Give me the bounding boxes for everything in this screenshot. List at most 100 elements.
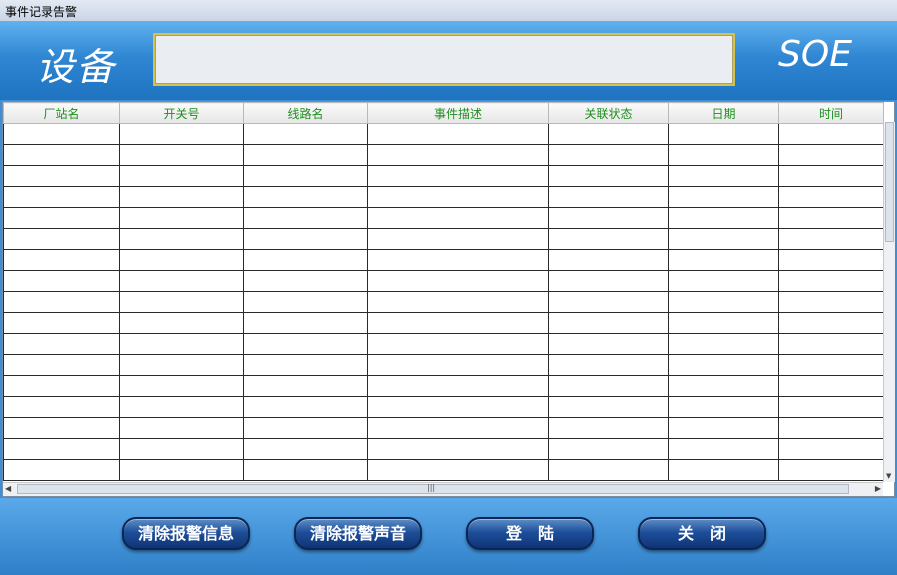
table-row[interactable] — [3, 186, 884, 208]
table-cell[interactable] — [3, 396, 120, 418]
table-cell[interactable] — [668, 417, 779, 439]
table-cell[interactable] — [668, 270, 779, 292]
table-row[interactable] — [3, 375, 884, 397]
table-cell[interactable] — [3, 207, 120, 229]
table-cell[interactable] — [243, 396, 368, 418]
table-cell[interactable] — [243, 459, 368, 481]
table-cell[interactable] — [367, 312, 549, 334]
table-cell[interactable] — [119, 438, 244, 460]
column-header-event-desc[interactable]: 事件描述 — [367, 102, 549, 124]
table-cell[interactable] — [243, 249, 368, 271]
table-cell[interactable] — [119, 144, 244, 166]
table-cell[interactable] — [3, 312, 120, 334]
table-cell[interactable] — [119, 396, 244, 418]
column-header-line-name[interactable]: 线路名 — [243, 102, 368, 124]
table-cell[interactable] — [778, 207, 884, 229]
table-cell[interactable] — [119, 207, 244, 229]
table-row[interactable] — [3, 354, 884, 376]
table-cell[interactable] — [3, 354, 120, 376]
login-button[interactable]: 登 陆 — [466, 517, 594, 550]
table-row[interactable] — [3, 207, 884, 229]
table-cell[interactable] — [778, 123, 884, 145]
table-cell[interactable] — [119, 249, 244, 271]
table-cell[interactable] — [778, 144, 884, 166]
table-cell[interactable] — [119, 417, 244, 439]
table-cell[interactable] — [367, 123, 549, 145]
table-cell[interactable] — [367, 375, 549, 397]
table-cell[interactable] — [119, 270, 244, 292]
table-cell[interactable] — [548, 333, 669, 355]
table-cell[interactable] — [367, 459, 549, 481]
vertical-scrollbar[interactable]: ▼ — [883, 122, 895, 482]
table-row[interactable] — [3, 333, 884, 355]
table-cell[interactable] — [668, 228, 779, 250]
table-cell[interactable] — [243, 375, 368, 397]
table-cell[interactable] — [668, 396, 779, 418]
table-row[interactable] — [3, 270, 884, 292]
table-cell[interactable] — [367, 186, 549, 208]
table-row[interactable] — [3, 291, 884, 313]
table-cell[interactable] — [778, 438, 884, 460]
table-row[interactable] — [3, 438, 884, 460]
table-cell[interactable] — [367, 228, 549, 250]
table-cell[interactable] — [367, 249, 549, 271]
horizontal-scrollbar[interactable]: ◀ ||| ▶ — [3, 482, 883, 496]
table-cell[interactable] — [3, 144, 120, 166]
table-cell[interactable] — [548, 249, 669, 271]
table-cell[interactable] — [778, 291, 884, 313]
table-cell[interactable] — [367, 291, 549, 313]
table-cell[interactable] — [778, 270, 884, 292]
table-cell[interactable] — [668, 123, 779, 145]
table-row[interactable] — [3, 396, 884, 418]
table-row[interactable] — [3, 312, 884, 334]
table-cell[interactable] — [243, 270, 368, 292]
clear-alarm-sound-button[interactable]: 清除报警声音 — [294, 517, 422, 550]
table-cell[interactable] — [3, 291, 120, 313]
table-cell[interactable] — [367, 354, 549, 376]
table-cell[interactable] — [243, 207, 368, 229]
table-cell[interactable] — [3, 165, 120, 187]
table-cell[interactable] — [243, 438, 368, 460]
table-cell[interactable] — [243, 186, 368, 208]
table-cell[interactable] — [548, 207, 669, 229]
table-cell[interactable] — [3, 270, 120, 292]
table-cell[interactable] — [548, 123, 669, 145]
table-cell[interactable] — [243, 417, 368, 439]
table-cell[interactable] — [548, 228, 669, 250]
table-cell[interactable] — [548, 270, 669, 292]
table-cell[interactable] — [119, 333, 244, 355]
table-cell[interactable] — [119, 375, 244, 397]
table-cell[interactable] — [778, 375, 884, 397]
table-cell[interactable] — [548, 417, 669, 439]
table-row[interactable] — [3, 249, 884, 271]
table-cell[interactable] — [243, 228, 368, 250]
table-cell[interactable] — [243, 312, 368, 334]
table-cell[interactable] — [668, 291, 779, 313]
table-cell[interactable] — [778, 396, 884, 418]
table-cell[interactable] — [668, 459, 779, 481]
table-cell[interactable] — [778, 186, 884, 208]
table-cell[interactable] — [548, 144, 669, 166]
table-cell[interactable] — [243, 165, 368, 187]
table-cell[interactable] — [367, 165, 549, 187]
table-cell[interactable] — [3, 186, 120, 208]
table-cell[interactable] — [119, 186, 244, 208]
table-cell[interactable] — [243, 123, 368, 145]
table-cell[interactable] — [119, 165, 244, 187]
table-cell[interactable] — [548, 375, 669, 397]
table-row[interactable] — [3, 459, 884, 481]
table-cell[interactable] — [668, 375, 779, 397]
table-cell[interactable] — [243, 291, 368, 313]
table-cell[interactable] — [243, 354, 368, 376]
table-cell[interactable] — [367, 144, 549, 166]
column-header-station[interactable]: 厂站名 — [3, 102, 120, 124]
table-cell[interactable] — [3, 438, 120, 460]
column-header-link-status[interactable]: 关联状态 — [548, 102, 669, 124]
table-cell[interactable] — [367, 438, 549, 460]
close-button[interactable]: 关 闭 — [638, 517, 766, 550]
table-cell[interactable] — [668, 249, 779, 271]
table-cell[interactable] — [548, 291, 669, 313]
table-cell[interactable] — [3, 417, 120, 439]
table-cell[interactable] — [778, 312, 884, 334]
table-cell[interactable] — [3, 333, 120, 355]
